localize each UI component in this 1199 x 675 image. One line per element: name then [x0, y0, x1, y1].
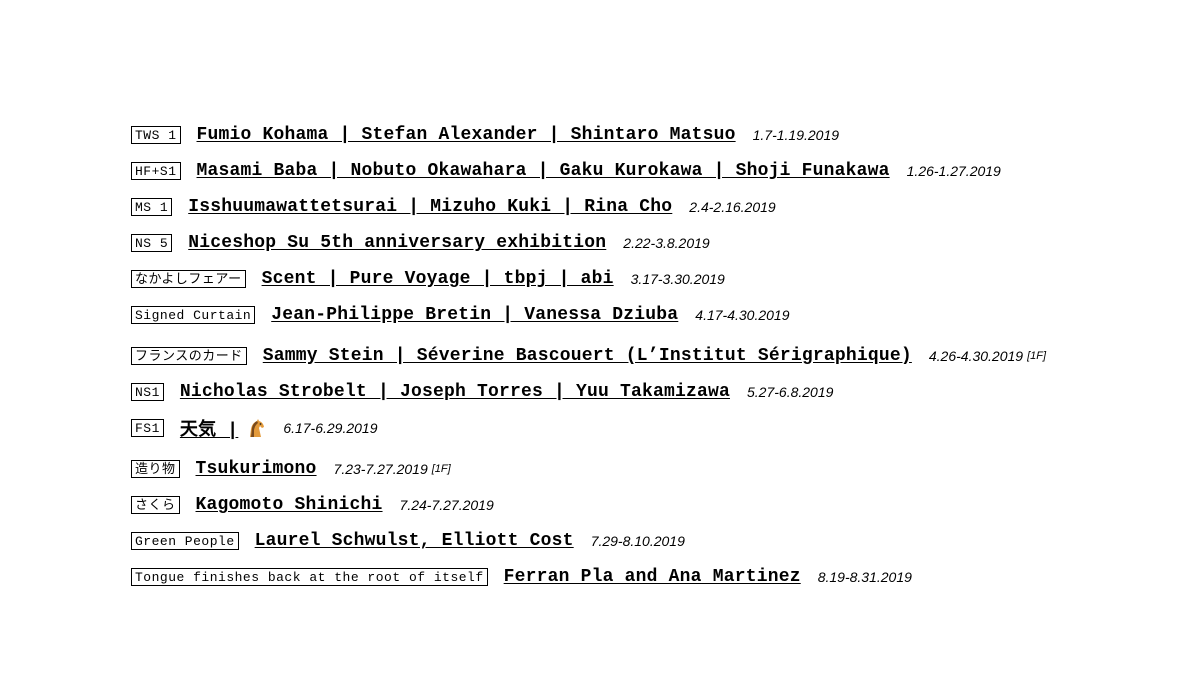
list-item: Signed Curtain Jean-Philippe Bretin | Va… [131, 297, 1181, 333]
list-item: HF+S1 Masami Baba | Nobuto Okawahara | G… [131, 153, 1181, 189]
exhibition-link[interactable]: Nicholas Strobelt | Joseph Torres | Yuu … [180, 382, 730, 402]
list-item: なかよしフェアー Scent | Pure Voyage | tbpj | ab… [131, 261, 1181, 297]
list-item: MS 1 Isshuumawattetsurai | Mizuho Kuki |… [131, 189, 1181, 225]
exhibition-link[interactable]: Ferran Pla and Ana Martinez [504, 567, 801, 587]
exhibition-date: 8.19-8.31.2019 [817, 569, 912, 585]
exhibition-tag: さくら [131, 496, 180, 514]
exhibition-link[interactable]: Fumio Kohama | Stefan Alexander | Shinta… [197, 125, 736, 145]
exhibition-tag: 造り物 [131, 459, 180, 478]
list-item: TWS 1 Fumio Kohama | Stefan Alexander | … [131, 117, 1181, 153]
exhibition-link[interactable]: Sammy Stein | Séverine Bascouert (L’Inst… [263, 346, 912, 366]
list-item: FS1 天気 | 6.17-6.29.2019 [131, 410, 1181, 446]
exhibition-tag: なかよしフェアー [131, 270, 246, 288]
exhibition-link[interactable]: 天気 | [180, 415, 266, 441]
exhibition-tag: Signed Curtain [131, 306, 256, 324]
exhibition-link[interactable]: Tsukurimono [196, 459, 317, 479]
exhibition-tag: Green People [131, 532, 239, 550]
exhibition-date: 4.26-4.30.2019 [928, 347, 1024, 364]
exhibition-date: 7.24-7.27.2019 [399, 497, 494, 513]
exhibition-tag: HF+S1 [131, 162, 181, 180]
exhibition-date: 3.17-3.30.2019 [630, 271, 725, 287]
list-item: Tongue finishes back at the root of itse… [131, 559, 1181, 595]
horse-emoji-icon [250, 419, 265, 437]
exhibition-date: 5.27-6.8.2019 [747, 384, 834, 400]
exhibition-date: 2.4-2.16.2019 [689, 199, 776, 215]
list-item: さくら Kagomoto Shinichi 7.24-7.27.2019 [131, 487, 1181, 523]
exhibition-link[interactable]: Laurel Schwulst, Elliott Cost [255, 531, 574, 551]
exhibition-date: 7.29-8.10.2019 [590, 533, 685, 549]
exhibition-date: 1.26-1.27.2019 [906, 163, 1001, 179]
exhibition-tag: TWS 1 [131, 126, 181, 144]
exhibition-tag: FS1 [131, 419, 164, 437]
exhibition-tag: フランスのカード [131, 346, 247, 365]
exhibition-date: 4.17-4.30.2019 [695, 307, 790, 323]
list-item: Green People Laurel Schwulst, Elliott Co… [131, 523, 1181, 559]
exhibition-date: 2.22-3.8.2019 [623, 235, 710, 251]
exhibition-tag: NS1 [131, 383, 164, 401]
exhibition-link[interactable]: Masami Baba | Nobuto Okawahara | Gaku Ku… [197, 161, 890, 181]
exhibition-tag: MS 1 [131, 198, 173, 216]
exhibition-link[interactable]: Scent | Pure Voyage | tbpj | abi [262, 269, 614, 289]
exhibition-tag: Tongue finishes back at the root of itse… [131, 568, 488, 586]
list-item: フランスのカード Sammy Stein | Séverine Bascouer… [131, 333, 1181, 374]
exhibition-date: 1.7-1.19.2019 [752, 127, 840, 143]
exhibition-title-text: 天気 | [179, 421, 239, 441]
list-item: NS1 Nicholas Strobelt | Joseph Torres | … [131, 374, 1181, 410]
exhibition-link[interactable]: Niceshop Su 5th anniversary exhibition [188, 233, 606, 253]
floor-note: [1F] [431, 462, 451, 475]
exhibition-date: 6.17-6.29.2019 [283, 420, 378, 436]
exhibition-tag: NS 5 [131, 234, 173, 252]
exhibition-link[interactable]: Jean-Philippe Bretin | Vanessa Dziuba [271, 305, 678, 325]
exhibition-link[interactable]: Isshuumawattetsurai | Mizuho Kuki | Rina… [188, 197, 672, 217]
list-item: NS 5 Niceshop Su 5th anniversary exhibit… [131, 225, 1181, 261]
floor-note: [1F] [1027, 349, 1047, 362]
exhibition-list: TWS 1 Fumio Kohama | Stefan Alexander | … [131, 117, 1181, 595]
exhibition-link[interactable]: Kagomoto Shinichi [196, 495, 383, 515]
exhibition-date: 7.23-7.27.2019 [333, 460, 428, 477]
list-item: 造り物 Tsukurimono 7.23-7.27.2019 [1F] [131, 446, 1181, 487]
